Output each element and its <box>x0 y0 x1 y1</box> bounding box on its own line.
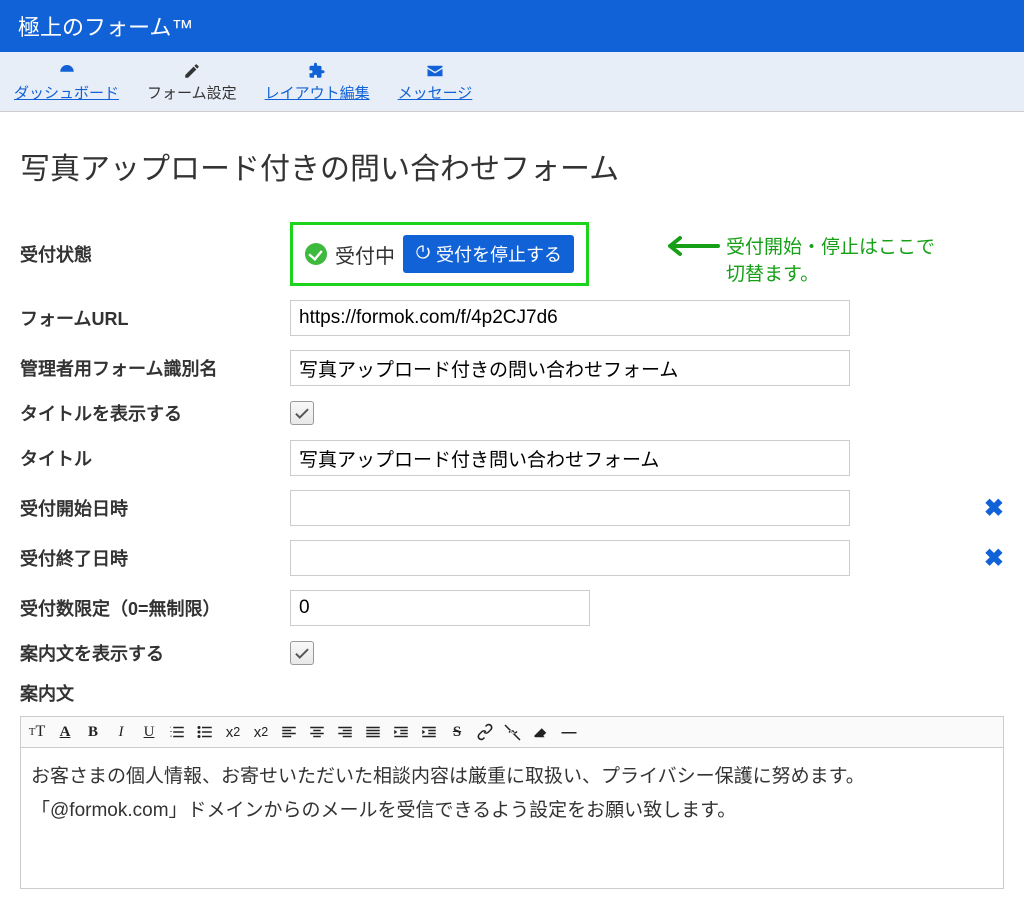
row-admin-name: 管理者用フォーム識別名 <box>20 350 1004 386</box>
label-start-datetime: 受付開始日時 <box>20 495 290 521</box>
nav-messages[interactable]: メッセージ <box>398 62 473 103</box>
row-show-guide: 案内文を表示する <box>20 640 1004 666</box>
nav-dashboard[interactable]: ダッシュボード <box>14 62 119 103</box>
admin-name-input[interactable] <box>290 350 850 386</box>
app-header: 極上のフォーム™ <box>0 0 1024 52</box>
row-title: タイトル <box>20 440 1004 476</box>
editor-body[interactable]: お客さまの個人情報、お寄せいただいた相談内容は厳重に取扱い、プライバシー保護に努… <box>21 748 1003 888</box>
rich-text-editor: TT A B I U x2 x2 S — お客さまの個 <box>20 716 1004 889</box>
status-text: 受付中 <box>335 240 395 269</box>
title-input[interactable] <box>290 440 850 476</box>
row-form-url: フォームURL <box>20 300 1004 336</box>
page-title: 写真アップロード付きの問い合わせフォーム <box>20 144 1004 188</box>
row-status: 受付状態 受付中 受付を停止する 受付開始・停止はここで切替ます。 <box>20 222 1004 286</box>
pencil-icon <box>147 62 237 80</box>
label-admin-name: 管理者用フォーム識別名 <box>20 355 290 381</box>
row-guide-label: 案内文 <box>20 680 1004 712</box>
italic-icon[interactable]: I <box>111 721 131 743</box>
list-unordered-icon[interactable] <box>195 721 215 743</box>
guide-line-1: お客さまの個人情報、お寄せいただいた相談内容は厳重に取扱い、プライバシー保護に努… <box>31 760 993 794</box>
bold-icon[interactable]: B <box>83 721 103 743</box>
show-title-checkbox[interactable] <box>290 401 314 425</box>
label-guide: 案内文 <box>20 680 74 706</box>
nav-form-settings[interactable]: フォーム設定 <box>147 62 237 103</box>
label-form-url: フォームURL <box>20 305 290 331</box>
align-right-icon[interactable] <box>335 721 355 743</box>
status-box: 受付中 受付を停止する <box>290 222 589 286</box>
check-icon <box>293 404 311 422</box>
nav-label: メッセージ <box>398 82 473 103</box>
nav-layout-edit[interactable]: レイアウト編集 <box>265 62 370 103</box>
superscript-icon[interactable]: x2 <box>251 721 271 743</box>
hint-callout: 受付開始・停止はここで切替ます。 <box>660 232 946 286</box>
editor-toolbar: TT A B I U x2 x2 S — <box>21 717 1003 748</box>
align-left-icon[interactable] <box>279 721 299 743</box>
puzzle-icon <box>265 62 370 80</box>
link-icon[interactable] <box>475 721 495 743</box>
font-color-icon[interactable]: A <box>55 721 75 743</box>
clear-start-datetime-icon[interactable]: ✖ <box>984 494 1004 523</box>
list-ordered-icon[interactable] <box>167 721 187 743</box>
check-circle-icon <box>305 243 327 265</box>
row-start-datetime: 受付開始日時 ✖ <box>20 490 1004 526</box>
horizontal-rule-icon[interactable]: — <box>559 721 579 743</box>
label-end-datetime: 受付終了日時 <box>20 545 290 571</box>
unlink-icon[interactable] <box>503 721 523 743</box>
label-show-title: タイトルを表示する <box>20 400 290 426</box>
label-show-guide: 案内文を表示する <box>20 640 290 666</box>
limit-input[interactable] <box>290 590 590 626</box>
indent-increase-icon[interactable] <box>419 721 439 743</box>
align-justify-icon[interactable] <box>363 721 383 743</box>
row-limit: 受付数限定（0=無制限） <box>20 590 1004 626</box>
nav-label: ダッシュボード <box>14 82 119 103</box>
start-datetime-input[interactable] <box>290 490 850 526</box>
form-url-input[interactable] <box>290 300 850 336</box>
stop-reception-button[interactable]: 受付を停止する <box>403 235 574 273</box>
clear-format-icon[interactable] <box>531 721 551 743</box>
row-show-title: タイトルを表示する <box>20 400 1004 426</box>
content-area: 写真アップロード付きの問い合わせフォーム 受付状態 受付中 受付を停止する 受付… <box>0 112 1024 907</box>
stop-button-label: 受付を停止する <box>436 241 562 267</box>
row-end-datetime: 受付終了日時 ✖ <box>20 540 1004 576</box>
nav-label: レイアウト編集 <box>265 82 370 103</box>
arrow-left-icon <box>660 232 720 260</box>
check-icon <box>293 644 311 662</box>
clear-end-datetime-icon[interactable]: ✖ <box>984 544 1004 573</box>
indent-decrease-icon[interactable] <box>391 721 411 743</box>
app-title: 極上のフォーム™ <box>18 15 193 40</box>
dashboard-icon <box>14 62 119 80</box>
main-nav: ダッシュボード フォーム設定 レイアウト編集 メッセージ <box>0 52 1024 112</box>
label-status: 受付状態 <box>20 241 290 267</box>
label-title: タイトル <box>20 445 290 471</box>
show-guide-checkbox[interactable] <box>290 641 314 665</box>
power-icon <box>415 244 431 265</box>
font-size-icon[interactable]: TT <box>27 721 47 743</box>
strikethrough-icon[interactable]: S <box>447 721 467 743</box>
subscript-icon[interactable]: x2 <box>223 721 243 743</box>
envelope-icon <box>398 62 473 80</box>
nav-label: フォーム設定 <box>147 82 237 103</box>
underline-icon[interactable]: U <box>139 721 159 743</box>
hint-text: 受付開始・停止はここで切替ます。 <box>726 232 946 286</box>
align-center-icon[interactable] <box>307 721 327 743</box>
label-limit: 受付数限定（0=無制限） <box>20 595 290 621</box>
guide-line-2: 「@formok.com」ドメインからのメールを受信できるよう設定をお願い致しま… <box>31 794 993 828</box>
end-datetime-input[interactable] <box>290 540 850 576</box>
